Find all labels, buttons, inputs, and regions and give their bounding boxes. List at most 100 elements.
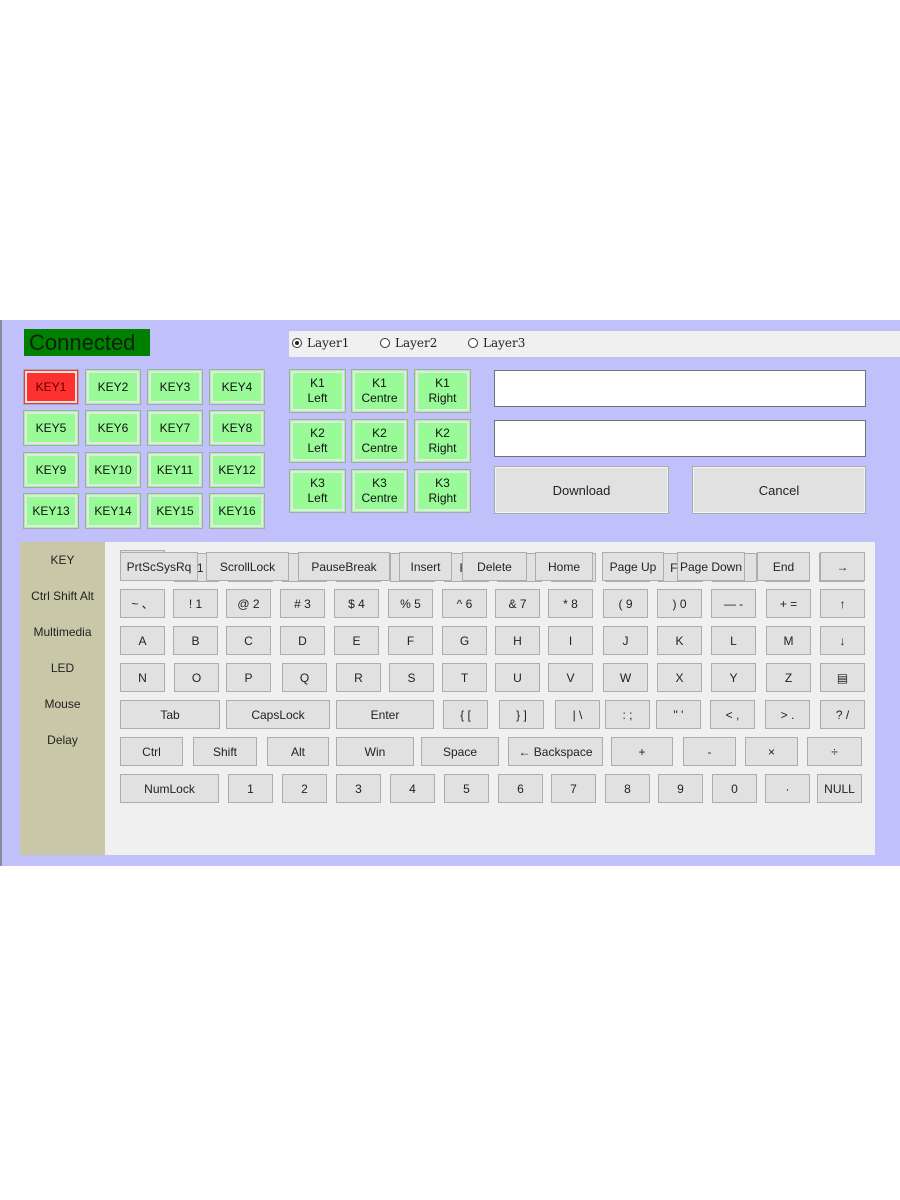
category-key[interactable]: KEY	[20, 553, 105, 567]
key-e[interactable]: E	[334, 626, 379, 655]
key-p[interactable]: P	[226, 663, 271, 692]
key-2[interactable]: @ 2	[226, 589, 271, 618]
macro-key-3[interactable]: KEY3	[147, 369, 203, 405]
key-t[interactable]: T	[442, 663, 487, 692]
key-shift[interactable]: Shift	[193, 737, 257, 766]
key-r2k12[interactable]: + =	[766, 589, 811, 618]
key-delete[interactable]: Delete	[462, 552, 527, 581]
key-z[interactable]: Z	[766, 663, 811, 692]
macro-key-8[interactable]: KEY8	[209, 410, 265, 446]
key-o[interactable]: O	[174, 663, 219, 692]
key-r6k7[interactable]: -	[683, 737, 736, 766]
macro-key-4[interactable]: KEY4	[209, 369, 265, 405]
key-home[interactable]: Home	[535, 552, 593, 581]
key-enter[interactable]: Enter	[336, 700, 434, 729]
key-w[interactable]: W	[603, 663, 648, 692]
key-r2k0[interactable]: ~ 、	[120, 589, 165, 618]
macro-key-9[interactable]: KEY9	[23, 452, 79, 488]
key-4[interactable]: $ 4	[334, 589, 379, 618]
key-6[interactable]: 6	[498, 774, 543, 803]
key-6[interactable]: ^ 6	[442, 589, 487, 618]
layer2-radio[interactable]: Layer2	[380, 336, 437, 350]
key-l[interactable]: L	[711, 626, 756, 655]
macro-key-5[interactable]: KEY5	[23, 410, 79, 446]
layer1-radio[interactable]: Layer1	[292, 336, 349, 350]
key-end[interactable]: End	[757, 552, 810, 581]
macro-key-6[interactable]: KEY6	[85, 410, 141, 446]
key-prtscsysrq[interactable]: PrtScSysRq	[120, 552, 198, 581]
key-4[interactable]: 4	[390, 774, 435, 803]
key-1[interactable]: 1	[228, 774, 273, 803]
macro-key-10[interactable]: KEY10	[85, 452, 141, 488]
macro-key-14[interactable]: KEY14	[85, 493, 141, 529]
key-r5k9[interactable]: > .	[765, 700, 810, 729]
key-value-field-1[interactable]	[494, 370, 866, 407]
key-capslock[interactable]: CapsLock	[226, 700, 330, 729]
key-h[interactable]: H	[495, 626, 540, 655]
key-k[interactable]: K	[657, 626, 702, 655]
key-r5k7[interactable]: " '	[656, 700, 701, 729]
key-7[interactable]: 7	[551, 774, 596, 803]
key-i[interactable]: I	[548, 626, 593, 655]
key-pausebreak[interactable]: PauseBreak	[298, 552, 390, 581]
key-v[interactable]: V	[548, 663, 593, 692]
knob-k3-centre-button[interactable]: K3 Centre	[351, 469, 408, 513]
key-2[interactable]: 2	[282, 774, 327, 803]
key-r7k11[interactable]: ·	[765, 774, 810, 803]
key-r5k5[interactable]: | \	[555, 700, 600, 729]
key-r3k13[interactable]: ↓	[820, 626, 865, 655]
key-n[interactable]: N	[120, 663, 165, 692]
key-b[interactable]: B	[173, 626, 218, 655]
key-5[interactable]: 5	[444, 774, 489, 803]
knob-k1-right-button[interactable]: K1 Right	[414, 369, 471, 413]
key-r5k3[interactable]: { [	[443, 700, 488, 729]
macro-key-1[interactable]: KEY1	[23, 369, 79, 405]
key-null[interactable]: NULL	[817, 774, 862, 803]
key-0[interactable]: ) 0	[657, 589, 702, 618]
key-9[interactable]: ( 9	[603, 589, 648, 618]
key-0[interactable]: 0	[712, 774, 757, 803]
macro-key-15[interactable]: KEY15	[147, 493, 203, 529]
download-button[interactable]: Download	[494, 466, 669, 514]
key-alt[interactable]: Alt	[267, 737, 329, 766]
layer3-radio[interactable]: Layer3	[468, 336, 525, 350]
key-r5k10[interactable]: ? /	[820, 700, 865, 729]
knob-k1-centre-button[interactable]: K1 Centre	[351, 369, 408, 413]
category-ctrl-shift-alt[interactable]: Ctrl Shift Alt	[20, 589, 105, 603]
key-r1k9[interactable]: →	[820, 552, 865, 581]
key-s[interactable]: S	[389, 663, 434, 692]
macro-key-13[interactable]: KEY13	[23, 493, 79, 529]
key-r6k9[interactable]: ÷	[807, 737, 862, 766]
key-r5k8[interactable]: < ,	[710, 700, 755, 729]
macro-key-12[interactable]: KEY12	[209, 452, 265, 488]
key-r2k11[interactable]: — -	[711, 589, 756, 618]
key-insert[interactable]: Insert	[399, 552, 452, 581]
key-page-up[interactable]: Page Up	[602, 552, 664, 581]
category-led[interactable]: LED	[20, 661, 105, 675]
key-9[interactable]: 9	[658, 774, 703, 803]
key-backspace[interactable]: ← Backspace	[508, 737, 603, 766]
key-win[interactable]: Win	[336, 737, 414, 766]
cancel-button[interactable]: Cancel	[692, 466, 866, 514]
key-3[interactable]: 3	[336, 774, 381, 803]
key-5[interactable]: % 5	[388, 589, 433, 618]
key-space[interactable]: Space	[421, 737, 499, 766]
macro-key-11[interactable]: KEY11	[147, 452, 203, 488]
key-tab[interactable]: Tab	[120, 700, 220, 729]
key-j[interactable]: J	[603, 626, 648, 655]
knob-k2-right-button[interactable]: K2 Right	[414, 419, 471, 463]
macro-key-2[interactable]: KEY2	[85, 369, 141, 405]
macro-key-7[interactable]: KEY7	[147, 410, 203, 446]
key-r6k6[interactable]: +	[611, 737, 673, 766]
key-y[interactable]: Y	[711, 663, 756, 692]
key-8[interactable]: * 8	[548, 589, 593, 618]
key-scrolllock[interactable]: ScrollLock	[206, 552, 289, 581]
key-8[interactable]: 8	[605, 774, 650, 803]
key-3[interactable]: # 3	[280, 589, 325, 618]
key-r2k13[interactable]: ↑	[820, 589, 865, 618]
macro-key-16[interactable]: KEY16	[209, 493, 265, 529]
key-q[interactable]: Q	[282, 663, 327, 692]
key-x[interactable]: X	[657, 663, 702, 692]
key-r5k6[interactable]: : ;	[605, 700, 650, 729]
knob-k3-right-button[interactable]: K3 Right	[414, 469, 471, 513]
